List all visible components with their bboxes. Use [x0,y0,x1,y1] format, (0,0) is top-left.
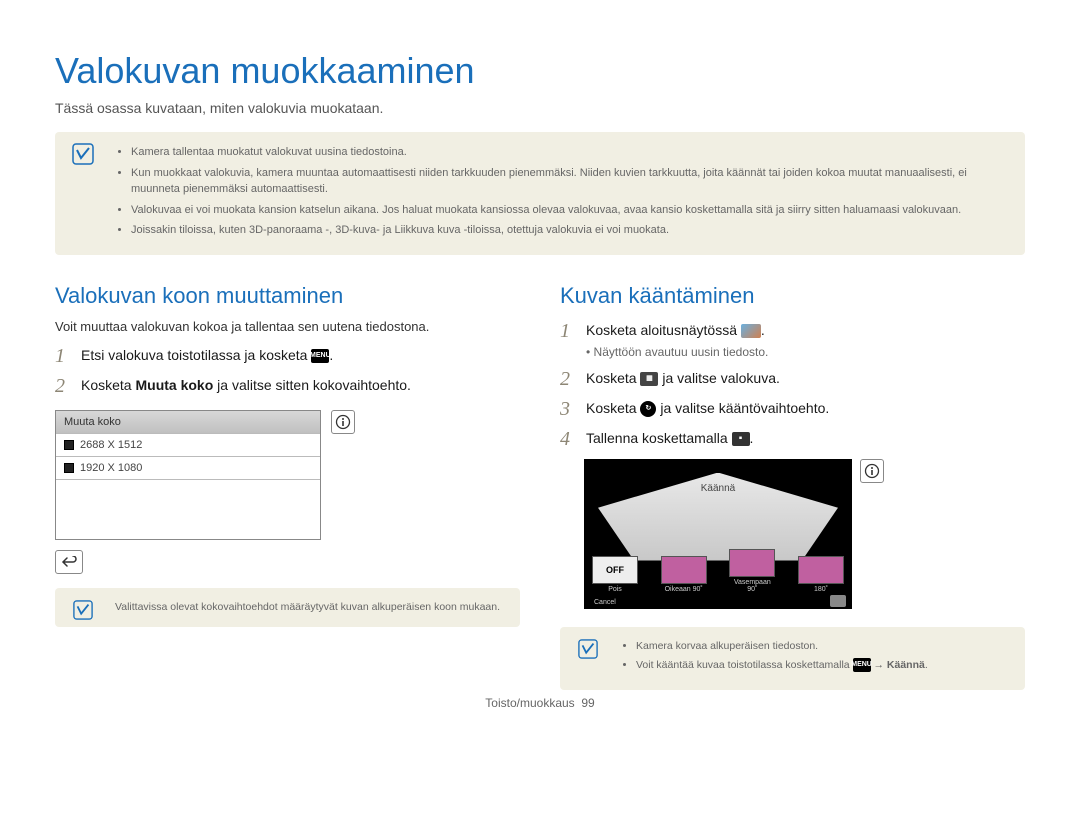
top-note-item: Joissakin tiloissa, kuten 3D-panoraama -… [131,222,1011,239]
rotate-heading: Kuvan kääntäminen [560,283,1025,309]
resize-subtext: Voit muuttaa valokuvan kokoa ja tallenta… [55,319,520,334]
rotate-option-left90[interactable]: Vasempaan 90˚ [729,549,775,593]
rotate-ss-title: Käännä [584,483,852,494]
back-button[interactable] [55,550,83,574]
resize-note-text: Valittavissa olevat kokovaihtoehdot määr… [115,601,500,613]
page-footer: Toisto/muokkaus 99 [55,696,1025,710]
step-number: 2 [55,376,71,396]
rotate-option-off[interactable]: OFF Pois [592,556,638,593]
save-icon: ▪ [732,432,750,446]
info-button[interactable] [331,410,355,434]
step-number: 3 [560,399,576,419]
resize-section: Valokuvan koon muuttaminen Voit muuttaa … [55,283,520,691]
resize-step1: Etsi valokuva toistotilassa ja kosketa M… [81,346,520,366]
resize-step2: Kosketa Muuta koko ja valitse sitten kok… [81,376,520,396]
rotate-section: Kuvan kääntäminen 1 Kosketa aloitusnäytö… [560,283,1025,691]
resize-menu-title: Muuta koko [56,411,320,433]
save-button[interactable] [830,595,846,607]
rotate-step1-sub: • Näyttöön avautuu uusin tiedosto. [586,345,1025,359]
resize-note-box: Valittavissa olevat kokovaihtoehdot määr… [55,588,520,628]
step-number: 4 [560,429,576,449]
size-icon [64,440,74,450]
rotate-step3: Kosketa ↻ ja valitse kääntövaihtoehto. [586,399,1025,419]
step-number: 2 [560,369,576,389]
resize-option[interactable]: 1920 X 1080 [56,456,320,479]
menu-icon: MENU [853,658,871,672]
rotate-step4: Tallenna koskettamalla ▪. [586,429,1025,449]
rotate-option-right90[interactable]: Oikeaan 90˚ [661,556,707,593]
note-icon [71,142,95,166]
page-title: Valokuvan muokkaaminen [55,50,1025,92]
rotate-screenshot: Käännä OFF Pois Oikeaan 90˚ Vasempaan [584,459,884,609]
rotate-icon: ↻ [640,401,656,417]
top-note-box: Kamera tallentaa muokatut valokuvat uusi… [55,132,1025,255]
intro-text: Tässä osassa kuvataan, miten valokuvia m… [55,100,1025,116]
photo-icon [741,324,761,338]
step-number: 1 [560,321,576,341]
rotate-note-item: Voit kääntää kuvaa toistotilassa koskett… [636,658,1011,674]
rotate-note-box: Kamera korvaa alkuperäisen tiedoston. Vo… [560,627,1025,691]
step-number: 1 [55,346,71,366]
menu-icon: MENU [311,349,329,363]
top-note-item: Kun muokkaat valokuvia, kamera muuntaa a… [131,165,1011,198]
note-icon [576,637,600,661]
info-button[interactable] [860,459,884,483]
size-icon [64,463,74,473]
rotate-option-180[interactable]: 180˚ [798,556,844,593]
grid-icon: ▦ [640,372,658,386]
resize-screenshot: Muuta koko 2688 X 1512 1920 X 1080 [55,410,355,574]
cancel-button[interactable]: Cancel [590,598,620,607]
rotate-step1: Kosketa aloitusnäytössä . [586,321,1025,341]
resize-heading: Valokuvan koon muuttaminen [55,283,520,309]
top-note-item: Valokuvaa ei voi muokata kansion katselu… [131,202,1011,219]
resize-option[interactable]: 2688 X 1512 [56,433,320,456]
rotate-step2: Kosketa ▦ ja valitse valokuva. [586,369,1025,389]
rotate-note-item: Kamera korvaa alkuperäisen tiedoston. [636,639,1011,655]
top-note-item: Kamera tallentaa muokatut valokuvat uusi… [131,144,1011,161]
note-icon [71,598,95,622]
